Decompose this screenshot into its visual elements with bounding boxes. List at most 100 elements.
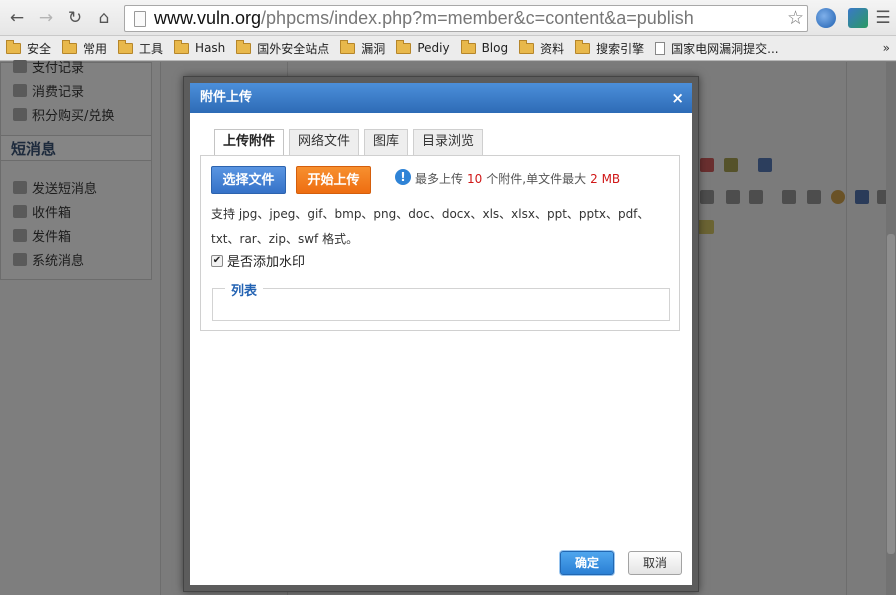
tab-upload-attachment[interactable]: 上传附件: [214, 129, 285, 156]
back-arrow-icon[interactable]: ←: [6, 7, 28, 29]
folder-icon: [460, 39, 476, 54]
folder-icon: [575, 39, 591, 54]
bookmark-star-icon[interactable]: ☆: [787, 7, 804, 29]
bookmark-label: 安全: [27, 41, 52, 56]
map-icon[interactable]: [758, 158, 772, 172]
bookmark-item[interactable]: 安全: [6, 39, 52, 57]
bookmark-item[interactable]: Blog: [460, 39, 509, 55]
sidebar-item-system-message[interactable]: 系统消息: [13, 250, 84, 269]
omega-icon[interactable]: [855, 190, 869, 204]
tab-gallery[interactable]: 图库: [364, 129, 409, 155]
upload-panel: 选择文件 开始上传 ! 最多上传 10 个附件,单文件最大 2 MB 支持 jpg、j…: [200, 155, 680, 331]
sidebar-item-spend-record[interactable]: 消费记录: [13, 81, 84, 100]
bookmark-label: Pediy: [417, 41, 450, 55]
browser-toolbar: ← → ↻ ⌂ www.vuln.org/phpcms/index.php?m=…: [0, 0, 896, 36]
start-upload-button[interactable]: 开始上传: [296, 166, 371, 194]
record-icon: [13, 84, 27, 97]
bookmark-item[interactable]: 工具: [118, 39, 164, 57]
sidebar-item-send-message[interactable]: 发送短消息: [13, 178, 97, 197]
watermark-checkbox[interactable]: ✔: [211, 254, 223, 267]
bookmark-item[interactable]: 常用: [62, 39, 108, 57]
folder-icon: [62, 39, 78, 54]
sidebar-item-outbox[interactable]: 发件箱: [13, 226, 71, 245]
folder-icon: [519, 39, 535, 54]
cancel-button[interactable]: 取消: [628, 551, 682, 575]
reload-icon[interactable]: ↻: [64, 7, 86, 29]
emoticon-icon[interactable]: [700, 190, 714, 204]
upload-limits: 最多上传 10 个附件,单文件最大 2 MB: [415, 172, 621, 186]
supported-formats: 支持 jpg、jpeg、gif、bmp、png、doc、docx、xls、xls…: [211, 207, 650, 246]
max-size: 2 MB: [590, 172, 621, 186]
bookmark-label: 资料: [540, 41, 565, 56]
file-list-legend: 列表: [225, 280, 264, 299]
extension-icon[interactable]: [848, 8, 868, 28]
smiley-icon[interactable]: [831, 190, 845, 204]
bookmarks-overflow-icon[interactable]: »: [883, 41, 890, 55]
flag-icon[interactable]: [749, 190, 763, 204]
file-list: 列表: [212, 280, 670, 321]
bookmark-item[interactable]: Pediy: [396, 39, 450, 55]
sidebar-item-inbox[interactable]: 收件箱: [13, 202, 71, 221]
url-path: /phpcms/index.php?m=member&c=content&a=p…: [261, 8, 694, 28]
send-icon: [13, 181, 27, 194]
menu-icon[interactable]: ☰: [872, 7, 894, 29]
bookmark-item[interactable]: 国家电网漏洞提交...: [655, 40, 779, 57]
glasses-icon[interactable]: [726, 190, 740, 204]
sidebar-item-points[interactable]: 积分购买/兑换: [13, 105, 114, 124]
select-file-button[interactable]: 选择文件: [211, 166, 286, 194]
folder-icon: [340, 39, 356, 54]
folder-icon: [118, 39, 134, 54]
bookmark-item[interactable]: 搜索引擎: [575, 39, 645, 57]
max-files: 10: [467, 172, 483, 186]
bookmark-label: Hash: [195, 41, 226, 55]
folder-icon: [6, 39, 21, 54]
address-bar[interactable]: www.vuln.org/phpcms/index.php?m=member&c…: [124, 5, 808, 32]
bookmark-label: 国家电网漏洞提交...: [671, 41, 779, 56]
url-host: www.vuln.org: [154, 8, 262, 28]
page-scrollbar[interactable]: [886, 62, 896, 595]
coin-icon: [13, 108, 27, 121]
home-icon[interactable]: ⌂: [93, 7, 115, 29]
bookmark-label: 漏洞: [361, 41, 386, 56]
page-icon: [655, 41, 666, 55]
dialog-title: 附件上传: [200, 90, 253, 105]
flash-icon[interactable]: [700, 158, 714, 172]
bookmark-label: 常用: [83, 41, 108, 56]
watermark-option[interactable]: ✔ 是否添加水印: [211, 251, 305, 270]
watermark-label: 是否添加水印: [227, 255, 306, 270]
bookmark-item[interactable]: 资料: [519, 39, 565, 57]
bookmark-label: 搜索引擎: [596, 41, 645, 56]
bookmarks-bar: 安全 常用 工具 Hash 国外安全站点 漏洞 Pediy Blog 资料 搜索引擎 国家电网漏洞提…: [0, 36, 896, 61]
folder-icon: [396, 39, 412, 54]
payment-icon: [13, 60, 27, 73]
bookmark-label: Blog: [481, 41, 509, 55]
bookmark-label: 工具: [139, 41, 164, 56]
hr-icon[interactable]: [807, 190, 821, 204]
sidebar-section-messages: 短消息: [1, 135, 151, 161]
url-text[interactable]: www.vuln.org/phpcms/index.php?m=member&c…: [154, 8, 694, 29]
bulb-icon: [13, 253, 27, 266]
close-icon[interactable]: ×: [671, 83, 684, 113]
dialog-tabs: 上传附件 网络文件 图库 目录浏览: [214, 129, 488, 156]
folder-icon: [236, 39, 252, 54]
bookmark-item[interactable]: 漏洞: [340, 39, 386, 57]
sidebar-item-payment-record[interactable]: 支付记录: [13, 57, 84, 76]
dialog-titlebar: 附件上传 ×: [190, 83, 692, 113]
video-icon[interactable]: [724, 158, 738, 172]
tab-network-file[interactable]: 网络文件: [289, 129, 360, 155]
folder-icon: [174, 39, 190, 54]
table-icon[interactable]: [782, 190, 796, 204]
dialog-body: 附件上传 × 上传附件 网络文件 图库 目录浏览 选择文件 开始上传 ! 最多上…: [190, 83, 692, 585]
confirm-button[interactable]: 确定: [560, 551, 614, 575]
upload-dialog: 附件上传 × 上传附件 网络文件 图库 目录浏览 选择文件 开始上传 ! 最多上…: [183, 76, 699, 592]
globe-icon[interactable]: [816, 8, 836, 28]
page-icon: [134, 10, 146, 27]
scrollbar-thumb[interactable]: [887, 234, 895, 554]
member-sidebar: 支付记录 消费记录 积分购买/兑换 短消息 发送短消息 收件箱 发件箱 系统消息: [0, 60, 152, 280]
outbox-icon: [13, 229, 27, 242]
forward-arrow-icon[interactable]: →: [35, 7, 57, 29]
bookmark-item[interactable]: Hash: [174, 39, 226, 55]
tab-directory-browse[interactable]: 目录浏览: [413, 129, 484, 155]
inbox-icon: [13, 205, 27, 218]
bookmark-item[interactable]: 国外安全站点: [236, 39, 329, 57]
